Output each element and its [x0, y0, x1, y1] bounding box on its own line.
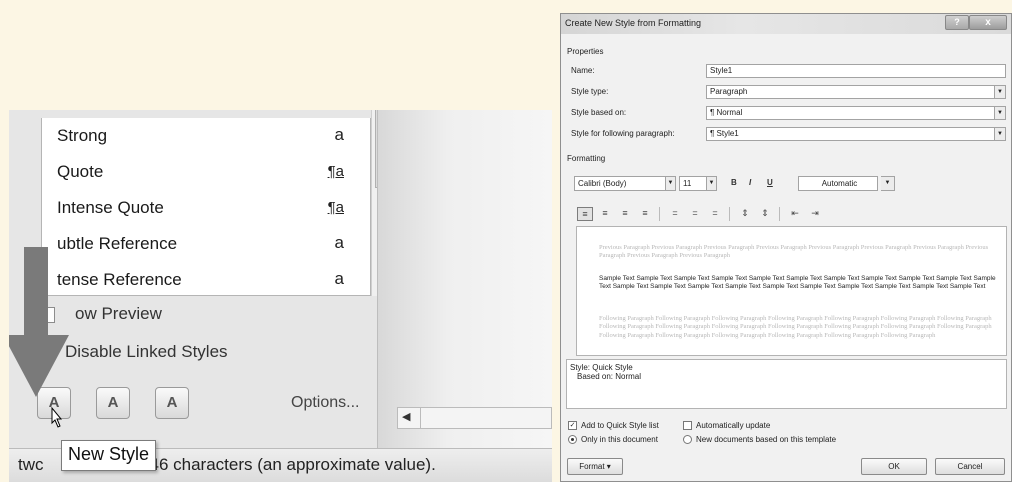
- auto-update-label: Automatically update: [696, 421, 771, 430]
- font-size-select[interactable]: 11 ▼: [679, 176, 717, 191]
- style-label: Intense Quote: [57, 198, 164, 217]
- character-style-icon: a: [334, 269, 344, 288]
- auto-update-checkbox[interactable]: [683, 421, 692, 430]
- styles-list: Strong a Quote ¶a Intense Quote ¶a ubtle…: [41, 118, 371, 296]
- justify-icon[interactable]: ≡: [637, 207, 653, 221]
- create-style-dialog: Create New Style from Formatting ? x Pro…: [560, 13, 1012, 482]
- font-color-dropdown[interactable]: ▼: [881, 176, 895, 191]
- font-color-select[interactable]: Automatic: [798, 176, 878, 191]
- underline-button[interactable]: U: [767, 178, 773, 187]
- scroll-left-icon[interactable]: ◀: [402, 410, 410, 423]
- preview-sample-text: Sample Text Sample Text Sample Text Samp…: [599, 275, 996, 291]
- chevron-down-icon[interactable]: ▼: [706, 177, 716, 190]
- font-size-value: 11: [683, 179, 692, 188]
- one-half-spacing-icon[interactable]: =: [687, 207, 703, 221]
- linked-style-icon: ¶a: [327, 163, 344, 180]
- new-style-tooltip: New Style: [61, 440, 157, 471]
- following-value: ¶ Style1: [710, 129, 739, 138]
- linked-style-icon: ¶a: [327, 199, 344, 216]
- style-description-line: Based on: Normal: [577, 372, 642, 381]
- font-color-value: Automatic: [821, 179, 858, 188]
- font-value: Calibri (Body): [578, 179, 627, 188]
- style-item-quote[interactable]: Quote ¶a: [42, 154, 352, 190]
- chevron-down-icon[interactable]: ▼: [994, 128, 1005, 140]
- increase-spacing-icon[interactable]: ⇕: [737, 207, 753, 221]
- chevron-down-icon[interactable]: ▼: [994, 86, 1005, 98]
- ok-button[interactable]: OK: [861, 458, 927, 475]
- manage-styles-icon: A: [166, 394, 178, 411]
- add-to-quick-style-label: Add to Quick Style list: [581, 421, 659, 430]
- character-style-icon: a: [334, 233, 344, 252]
- style-type-select[interactable]: Paragraph ▼: [706, 85, 1006, 99]
- new-documents-label: New documents based on this template: [696, 435, 837, 444]
- dialog-title: Create New Style from Formatting: [565, 18, 702, 28]
- increase-indent-icon[interactable]: ⇥: [807, 207, 823, 221]
- show-preview-label: ow Preview: [75, 304, 162, 323]
- chevron-down-icon[interactable]: ▼: [994, 107, 1005, 119]
- name-label: Name:: [571, 66, 595, 75]
- single-spacing-icon[interactable]: =: [667, 207, 683, 221]
- style-preview: Previous Paragraph Previous Paragraph Pr…: [576, 226, 1007, 356]
- align-left-icon[interactable]: ≡: [577, 207, 593, 221]
- style-type-value: Paragraph: [710, 87, 748, 96]
- based-on-value: ¶ Normal: [710, 108, 743, 117]
- close-button[interactable]: x: [969, 15, 1007, 30]
- only-this-document-radio[interactable]: [568, 435, 577, 444]
- chevron-down-icon[interactable]: ▼: [665, 177, 675, 190]
- based-on-label: Style based on:: [571, 108, 627, 117]
- formatting-section-label: Formatting: [567, 154, 606, 163]
- style-item-strong[interactable]: Strong a: [42, 118, 352, 154]
- double-spacing-icon[interactable]: =: [707, 207, 723, 221]
- style-label: Strong: [57, 126, 108, 145]
- new-documents-radio[interactable]: [683, 435, 692, 444]
- add-to-quick-style-checkbox[interactable]: ✓: [568, 421, 577, 430]
- help-button[interactable]: ?: [945, 15, 969, 30]
- style-item-subtle-reference[interactable]: ubtle Reference a: [42, 226, 352, 262]
- style-item-intense-quote[interactable]: Intense Quote ¶a: [42, 190, 352, 226]
- style-type-label: Style type:: [571, 87, 609, 96]
- styles-pane: Strong a Quote ¶a Intense Quote ¶a ubtle…: [9, 110, 552, 482]
- status-suffix: 46 characters (an approximate value).: [149, 455, 436, 474]
- status-prefix: twc: [18, 455, 44, 474]
- italic-button[interactable]: I: [749, 178, 751, 187]
- horizontal-scrollbar[interactable]: ◀: [397, 407, 552, 429]
- align-right-icon[interactable]: ≡: [617, 207, 633, 221]
- style-item-intense-reference[interactable]: tense Reference a: [42, 262, 352, 295]
- format-button[interactable]: Format ▾: [567, 458, 623, 475]
- style-inspector-button[interactable]: A: [96, 387, 130, 419]
- style-description-line: Style: Quick Style: [570, 363, 633, 372]
- based-on-select[interactable]: ¶ Normal ▼: [706, 106, 1006, 120]
- style-description: Style: Quick Style Based on: Normal: [566, 359, 1007, 409]
- following-paragraph-label: Style for following paragraph:: [571, 129, 675, 138]
- manage-styles-button[interactable]: A: [155, 387, 189, 419]
- chevron-down-icon[interactable]: ▼: [881, 177, 894, 190]
- font-select[interactable]: Calibri (Body) ▼: [574, 176, 676, 191]
- document-area: [377, 110, 552, 448]
- decrease-spacing-icon[interactable]: ⇕: [757, 207, 773, 221]
- bold-button[interactable]: B: [731, 178, 737, 187]
- options-link[interactable]: Options...: [291, 394, 359, 412]
- properties-section-label: Properties: [567, 47, 604, 56]
- following-paragraph-select[interactable]: ¶ Style1 ▼: [706, 127, 1006, 141]
- style-label: Quote: [57, 162, 104, 181]
- preview-following-paragraph: Following Paragraph Following Paragraph …: [599, 315, 992, 339]
- decrease-indent-icon[interactable]: ⇤: [787, 207, 803, 221]
- only-this-document-label: Only in this document: [581, 435, 658, 444]
- dialog-titlebar[interactable]: Create New Style from Formatting ? x: [561, 14, 1011, 34]
- preview-previous-paragraph: Previous Paragraph Previous Paragraph Pr…: [599, 244, 989, 260]
- mouse-cursor-icon: [51, 406, 63, 428]
- disable-linked-label: Disable Linked Styles: [65, 342, 228, 361]
- style-inspector-icon: A: [107, 394, 119, 411]
- align-center-icon[interactable]: ≡: [597, 207, 613, 221]
- cancel-button[interactable]: Cancel: [935, 458, 1005, 475]
- character-style-icon: a: [334, 125, 344, 144]
- annotation-arrow-icon: [9, 247, 69, 397]
- name-field[interactable]: Style1: [706, 64, 1006, 78]
